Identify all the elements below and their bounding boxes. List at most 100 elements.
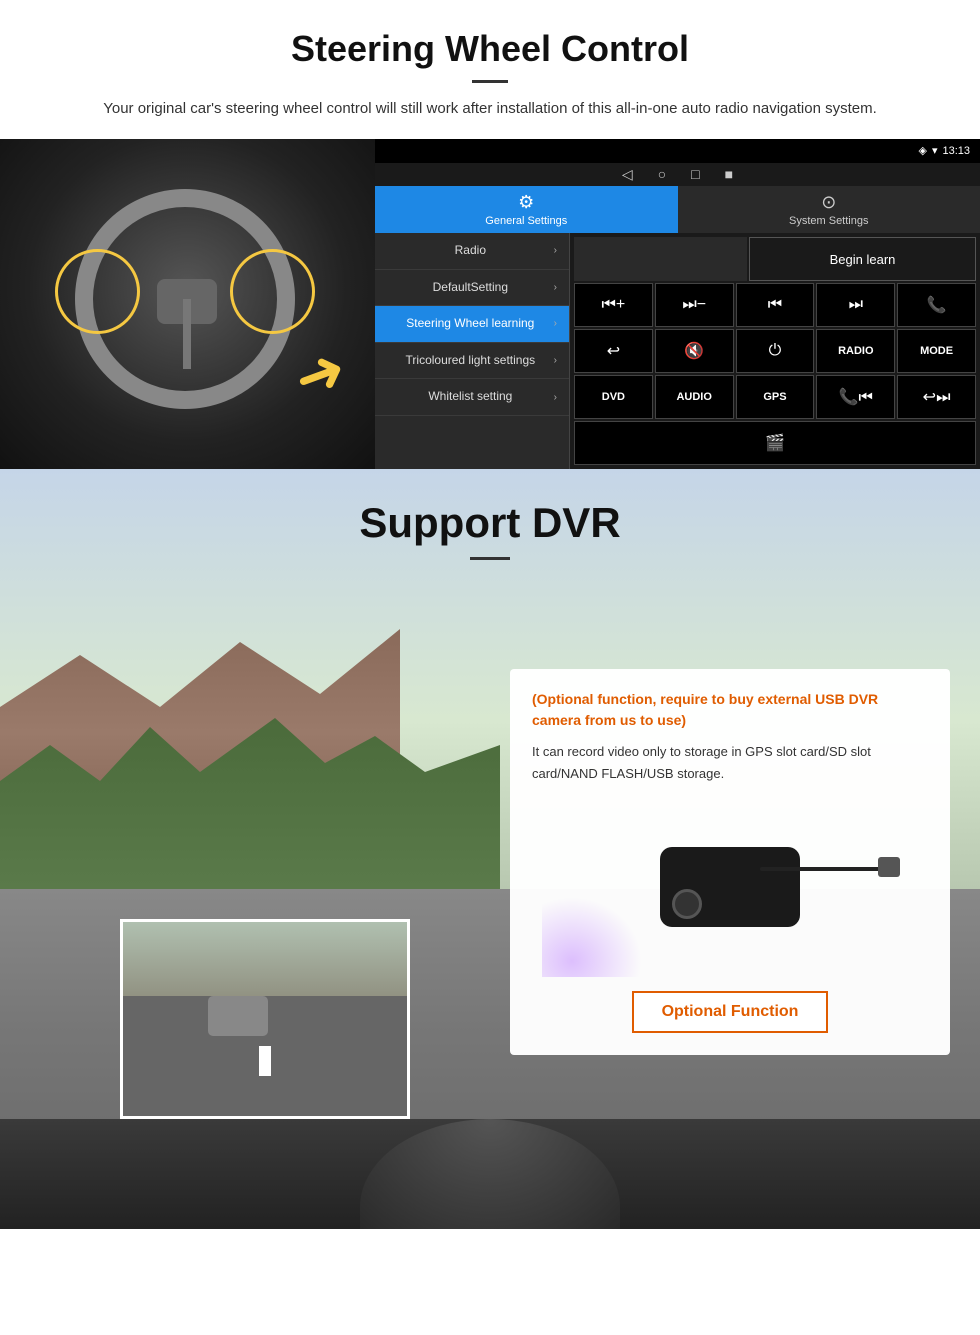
vol-up-btn[interactable]: ⏮+ (574, 283, 653, 327)
hangup-icon: ↩ (607, 341, 620, 361)
menu-icon[interactable]: ■ (725, 166, 733, 182)
menu-item-whitelist[interactable]: Whitelist setting › (375, 379, 569, 416)
wifi-icon: ▾ (932, 144, 938, 157)
dvr-info-card: (Optional function, require to buy exter… (510, 669, 950, 1055)
begin-learn-row: Begin learn (574, 237, 976, 281)
vol-down-btn[interactable]: ⏭− (655, 283, 734, 327)
dashboard-center (360, 1119, 620, 1229)
phone-next-btn[interactable]: ↩⏭ (897, 375, 976, 419)
section1-title: Steering Wheel Control (40, 28, 940, 70)
location-icon: ◈ (918, 144, 926, 157)
gps-label: GPS (763, 391, 786, 403)
phone-prev-btn[interactable]: 📞⏮ (816, 375, 895, 419)
dvd-btn[interactable]: DVD (574, 375, 653, 419)
prev-btn[interactable]: ⏮ (736, 283, 815, 327)
vol-up-icon: ⏮+ (602, 296, 626, 314)
menu-whitelist-label: Whitelist setting (387, 389, 554, 405)
audio-btn[interactable]: AUDIO (655, 375, 734, 419)
android-navbar: ◁ ○ □ ■ (375, 163, 980, 187)
phone-prev-icon: 📞⏮ (839, 387, 873, 407)
control-row-3: DVD AUDIO GPS 📞⏮ ↩⏭ (574, 375, 976, 419)
optional-function-button[interactable]: Optional Function (632, 991, 829, 1033)
menu-item-steering-wheel[interactable]: Steering Wheel learning › (375, 306, 569, 343)
back-call-btn[interactable]: ↩ (574, 329, 653, 373)
menu-item-defaultsetting[interactable]: DefaultSetting › (375, 270, 569, 307)
light-burst (542, 897, 642, 977)
dvr-body-text: It can record video only to storage in G… (532, 741, 928, 785)
tab-general-label: General Settings (485, 215, 567, 227)
mute-icon: 🔇 (684, 341, 704, 361)
thumb-car (208, 996, 268, 1036)
menu-item-tricolour[interactable]: Tricoloured light settings › (375, 343, 569, 380)
menu-steering-label: Steering Wheel learning (387, 316, 554, 332)
camera-cable (760, 867, 880, 871)
dvr-camera-illustration (532, 797, 928, 977)
spacer (574, 237, 747, 281)
menu-area: Radio › DefaultSetting › Steering Wheel … (375, 233, 980, 469)
tab-system-settings[interactable]: ⊙ System Settings (678, 186, 980, 233)
steering-spoke (183, 299, 191, 369)
dvr-dashboard (0, 1119, 980, 1229)
vol-down-icon: ⏭− (682, 296, 706, 314)
gear-icon: ⚙ (518, 192, 534, 213)
highlight-right (230, 249, 315, 334)
dvr-title: Support DVR (0, 499, 980, 547)
menu-tricolour-label: Tricoloured light settings (387, 353, 554, 369)
gps-btn[interactable]: GPS (736, 375, 815, 419)
prev-icon: ⏮ (768, 296, 782, 314)
mute-btn[interactable]: 🔇 (655, 329, 734, 373)
section2-dvr: Support DVR (Optional function, require … (0, 469, 980, 1229)
section1-steering: Steering Wheel Control Your original car… (0, 0, 980, 121)
settings-menu-list: Radio › DefaultSetting › Steering Wheel … (375, 233, 570, 469)
next-btn[interactable]: ⏭ (816, 283, 895, 327)
control-row-4: 🎬 (574, 421, 976, 465)
power-btn[interactable]: ⏻ (736, 329, 815, 373)
menu-item-radio[interactable]: Radio › (375, 233, 569, 270)
radio-label: RADIO (838, 345, 873, 357)
highlight-left (55, 249, 140, 334)
phone-icon: 📞 (927, 295, 947, 315)
begin-learn-button[interactable]: Begin learn (749, 237, 976, 281)
camera-body (660, 847, 800, 927)
dvr-optional-text: (Optional function, require to buy exter… (532, 689, 928, 731)
home-icon[interactable]: ○ (658, 166, 666, 182)
menu-radio-label: Radio (387, 243, 554, 259)
back-icon[interactable]: ◁ (622, 166, 633, 183)
tab-system-label: System Settings (789, 215, 868, 227)
mode-btn[interactable]: MODE (897, 329, 976, 373)
control-row-1: ⏮+ ⏭− ⏮ ⏭ 📞 (574, 283, 976, 327)
control-row-2: ↩ 🔇 ⏻ RADIO MODE (574, 329, 976, 373)
statusbar-icons: ◈ ▾ 13:13 (918, 144, 970, 157)
chevron-right-icon3: › (554, 318, 557, 329)
arrow-icon: ➜ (284, 333, 355, 416)
screenshot-composite: ➜ ◈ ▾ 13:13 ◁ ○ □ ■ ⚙ General Settings (0, 139, 980, 469)
radio-btn[interactable]: RADIO (816, 329, 895, 373)
phone-next-icon: ↩⏭ (923, 387, 951, 407)
begin-learn-label: Begin learn (830, 252, 896, 267)
camera-lens (672, 889, 702, 919)
thumbnail-inner (123, 922, 407, 1116)
settings-tabs: ⚙ General Settings ⊙ System Settings (375, 186, 980, 233)
steering-photo: ➜ (0, 139, 375, 469)
dvr-thumbnail (120, 919, 410, 1119)
dvr-divider (470, 557, 510, 560)
dvr-title-block: Support DVR (0, 469, 980, 560)
control-panel: Begin learn ⏮+ ⏭− ⏮ ⏭ 📞 ↩ 🔇 ⏻ RADIO (570, 233, 980, 469)
cable-end (878, 857, 900, 877)
power-icon: ⏻ (769, 342, 782, 360)
chevron-right-icon5: › (554, 392, 557, 403)
chevron-right-icon2: › (554, 282, 557, 293)
dvd-label: DVD (602, 391, 625, 403)
thumb-road-line (259, 1046, 270, 1076)
status-time: 13:13 (942, 145, 970, 157)
recents-icon[interactable]: □ (691, 166, 699, 182)
camera-btn[interactable]: 🎬 (574, 421, 976, 465)
tab-general-settings[interactable]: ⚙ General Settings (375, 186, 678, 233)
title-divider (472, 80, 508, 83)
next-icon: ⏭ (849, 296, 863, 314)
android-statusbar: ◈ ▾ 13:13 (375, 139, 980, 163)
phone-btn[interactable]: 📞 (897, 283, 976, 327)
section1-subtitle: Your original car's steering wheel contr… (40, 97, 940, 121)
steering-bg: ➜ (0, 139, 375, 469)
mode-label: MODE (920, 345, 953, 357)
